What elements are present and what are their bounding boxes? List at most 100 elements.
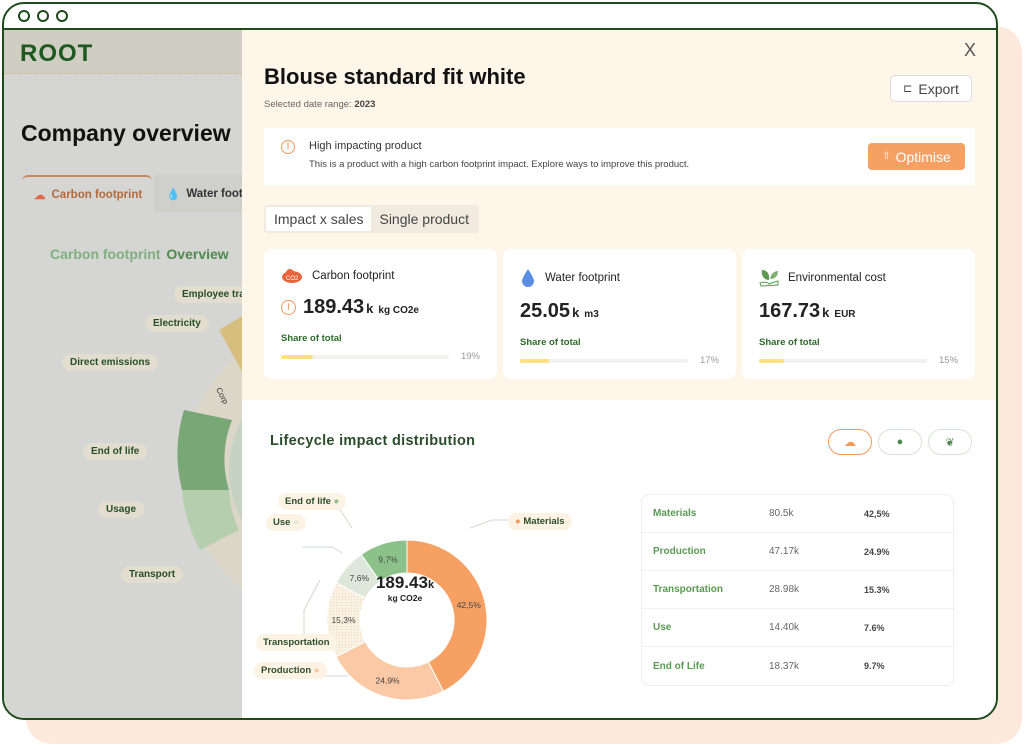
card-unit: m3 <box>584 309 599 320</box>
share-label: Share of total <box>281 333 342 344</box>
card-unit: EUR <box>834 309 856 320</box>
tab-single-product[interactable]: Single product <box>371 207 477 231</box>
share-percent: 15% <box>938 355 958 366</box>
share-bar-fill <box>281 354 313 359</box>
tab-impact-x-sales[interactable]: Impact x sales <box>266 207 372 231</box>
metric-cost-button[interactable]: ❦ <box>928 429 972 455</box>
donut-data-label: 9,7% <box>378 554 398 564</box>
window-dot[interactable] <box>18 10 30 22</box>
row-name: Transportation <box>653 584 724 595</box>
title-bar <box>4 4 996 30</box>
legend-text: Materials <box>523 516 565 527</box>
date-range: Selected date range: 2023 <box>264 99 375 110</box>
water-drop-icon: ● <box>896 436 904 448</box>
sunburst-segment <box>177 410 232 490</box>
card-value: 25.05 <box>520 300 571 322</box>
warning-icon: ! <box>281 140 295 154</box>
window-dot[interactable] <box>37 10 49 22</box>
window-dot[interactable] <box>56 10 68 22</box>
optimise-label: Optimise <box>895 148 951 165</box>
row-value: 18.37k <box>769 660 800 672</box>
chart-label: Employee trav <box>174 286 242 303</box>
export-label: Export <box>918 80 959 97</box>
water-drop-icon <box>522 269 534 287</box>
donut-slice-production[interactable] <box>335 640 444 701</box>
leaf-hand-icon <box>759 270 779 287</box>
row-pct: 15.3% <box>864 584 890 595</box>
share-bar-fill <box>759 358 785 363</box>
donut-suffix: k <box>427 579 435 591</box>
card-title: Environmental cost <box>788 272 886 284</box>
share-label: Share of total <box>520 337 581 348</box>
share-bar-fill <box>520 358 549 363</box>
donut-unit: kg CO2e <box>387 593 423 603</box>
table-row: Use 14.40k 7.6% <box>642 609 953 647</box>
product-title: Blouse standard fit white <box>264 64 526 89</box>
water-footprint-card: Water footprint 25.05 k m3 Share of total … <box>503 249 736 379</box>
optimise-button[interactable]: ⇧ Optimise <box>868 143 965 170</box>
export-button[interactable]: ⊏ Export <box>890 75 972 102</box>
card-unit: kg CO2e <box>378 305 419 316</box>
row-name: Use <box>653 622 672 633</box>
table-row: Production 47.17k 24.9% <box>642 533 953 571</box>
row-name: Materials <box>653 508 697 519</box>
donut-total: 189.43 <box>375 573 428 592</box>
product-detail-panel: X Blouse standard fit white Selected dat… <box>242 30 996 718</box>
row-pct: 42,5% <box>864 508 890 519</box>
date-range-value: 2023 <box>354 99 376 110</box>
table-row: End of Life 18.37k 9.7% <box>642 647 953 685</box>
row-value: 80.5k <box>769 508 794 519</box>
donut-label-use: Use ● <box>266 514 306 531</box>
date-range-label: Selected date range: <box>264 99 352 110</box>
row-value: 14.40k <box>769 622 800 633</box>
row-pct: 9.7% <box>864 661 885 671</box>
close-button[interactable]: X <box>964 40 976 61</box>
row-name: Production <box>653 546 706 557</box>
legend-text: Use <box>273 517 291 528</box>
chart-label: Direct emissions <box>62 354 159 371</box>
carbon-footprint-card: CO2 Carbon footprint ! 189.43 k kg CO2e Shar… <box>264 249 497 379</box>
card-value: 167.73 <box>759 300 821 322</box>
card-title: Carbon footprint <box>312 270 395 282</box>
share-percent: 17% <box>699 355 719 366</box>
chart-label: End of life <box>83 443 148 460</box>
row-name: End of Life <box>653 660 705 672</box>
card-value: 189.43 <box>303 296 365 318</box>
chart-label: Electricity <box>145 315 209 332</box>
metric-carbon-button[interactable]: ☁ <box>828 429 872 455</box>
alert-banner: ! High impacting product This is a produ… <box>264 128 975 185</box>
window: ROOT Company overview ☁ Carbon footprint … <box>2 2 998 720</box>
share-bar <box>520 358 688 363</box>
view-toggle: Impact x sales Single product <box>264 205 479 233</box>
share-bar <box>759 358 927 363</box>
environmental-cost-card: Environmental cost 167.73 k EUR Share of t… <box>742 249 975 379</box>
row-pct: 24.9% <box>864 546 890 557</box>
background-page: ROOT Company overview ☁ Carbon footprint … <box>4 30 242 718</box>
donut-label-end-of-life: End of life ● <box>278 493 347 510</box>
legend-text: End of life <box>285 496 331 507</box>
card-title: Water footprint <box>545 272 620 284</box>
row-pct: 7.6% <box>864 622 885 633</box>
legend-text: Transportation <box>263 637 330 648</box>
metric-water-button[interactable]: ● <box>878 429 922 455</box>
card-suffix: k <box>366 301 374 316</box>
chart-label: Transport <box>121 566 184 583</box>
share-label: Share of total <box>759 337 820 348</box>
legend-text: Production <box>261 665 312 676</box>
export-icon: ⊏ <box>903 83 913 95</box>
chart-label: Usage <box>98 501 145 518</box>
warning-icon: ! <box>281 300 296 315</box>
row-value: 28.98k <box>769 584 800 595</box>
sunburst-chart <box>177 316 242 589</box>
donut-label-materials: ● Materials <box>508 513 572 530</box>
donut-data-label: 24,9% <box>376 675 401 685</box>
donut-label-transportation: Transportation <box>256 634 337 651</box>
row-value: 47.17k <box>769 546 800 557</box>
lifecycle-table: Materials 80.5k 42,5% Production 47.17k 24.9… <box>641 494 954 686</box>
donut-center: 189.43k kg CO2e <box>345 573 465 603</box>
share-percent: 19% <box>460 351 480 362</box>
leaf-hand-icon: ❦ <box>945 436 955 449</box>
share-bar <box>281 354 449 359</box>
svg-text:CO2: CO2 <box>286 276 299 282</box>
donut-label-production: Production ● <box>254 662 327 679</box>
